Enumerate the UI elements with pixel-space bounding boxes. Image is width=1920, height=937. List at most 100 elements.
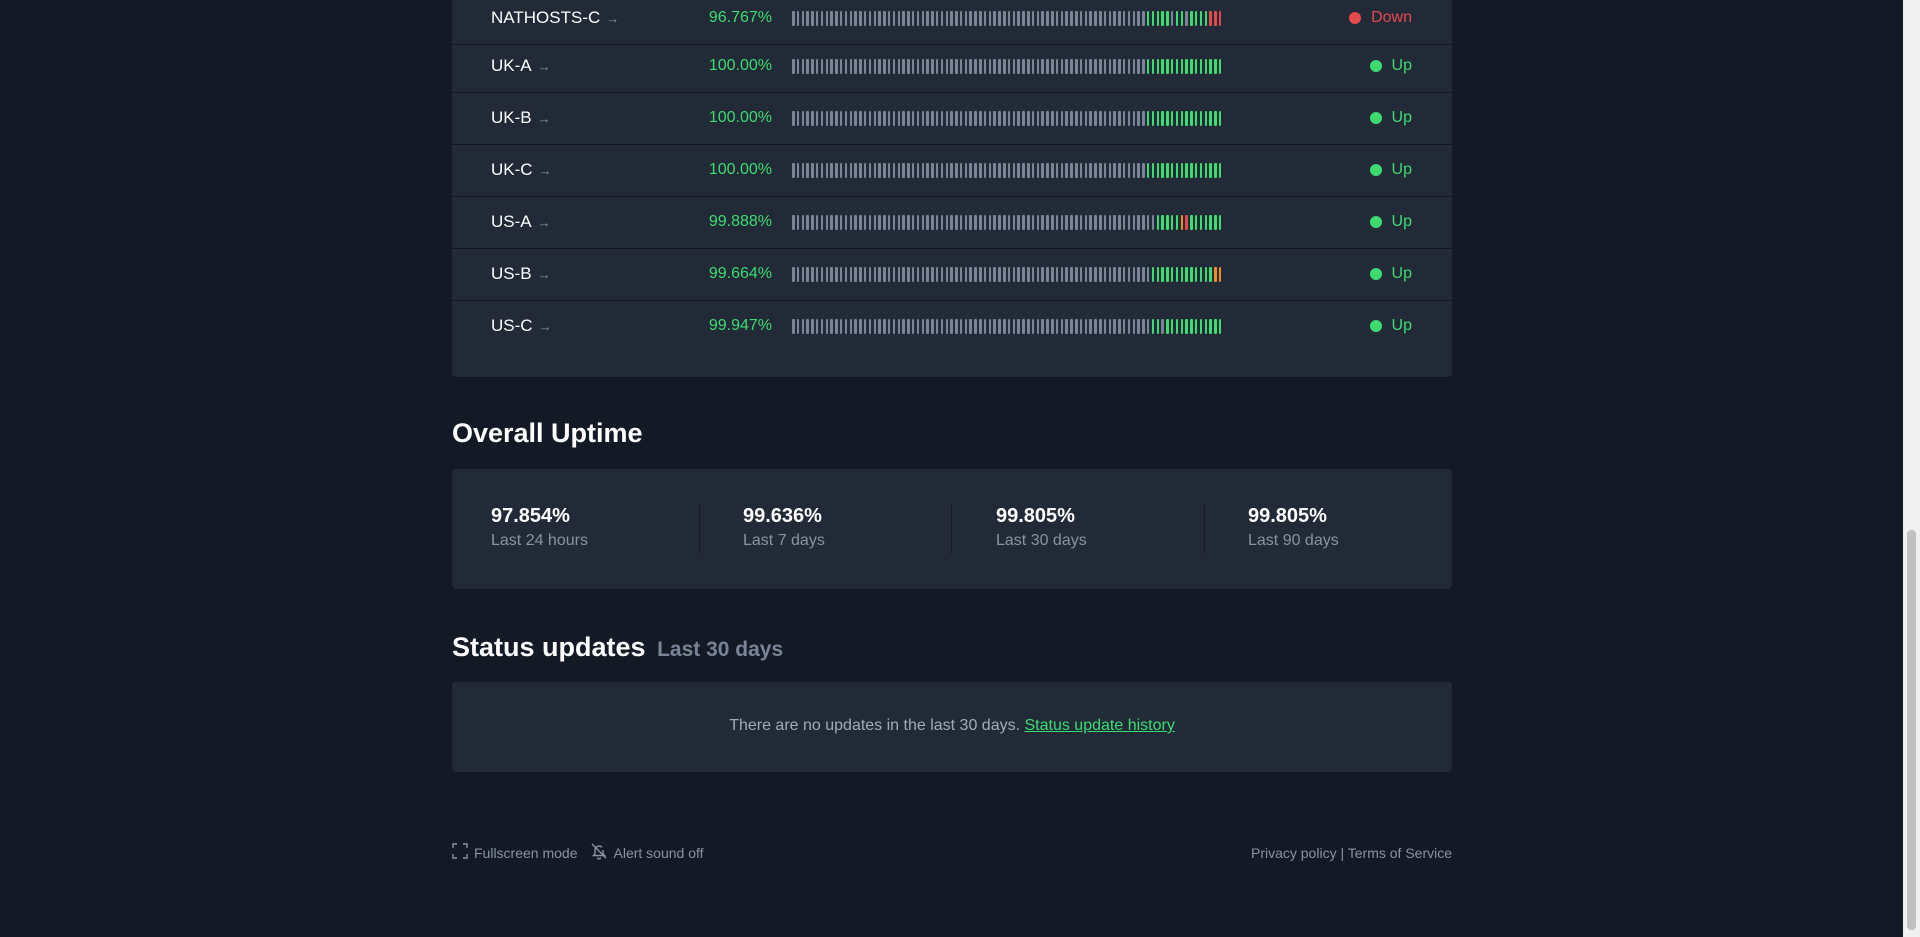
uptime-bar[interactable] — [1151, 110, 1155, 126]
uptime-bar[interactable] — [926, 10, 929, 26]
uptime-bar[interactable] — [1070, 266, 1073, 282]
uptime-bar[interactable] — [1146, 110, 1150, 126]
uptime-bar[interactable] — [887, 162, 891, 178]
uptime-bar[interactable] — [820, 162, 824, 178]
uptime-bar[interactable] — [1089, 214, 1092, 230]
uptime-bar[interactable] — [1017, 58, 1020, 74]
uptime-bar[interactable] — [820, 266, 824, 282]
uptime-bar[interactable] — [844, 214, 848, 230]
uptime-bar[interactable] — [883, 318, 886, 334]
uptime-bar[interactable] — [1118, 58, 1121, 74]
uptime-bar[interactable] — [1132, 162, 1136, 178]
uptime-bar[interactable] — [1031, 58, 1035, 74]
uptime-bar[interactable] — [1051, 10, 1054, 26]
uptime-bar[interactable] — [988, 10, 992, 26]
uptime-bar[interactable] — [1075, 266, 1078, 282]
uptime-bar[interactable] — [1075, 10, 1078, 26]
uptime-bar[interactable] — [1122, 266, 1126, 282]
uptime-bar[interactable] — [1161, 318, 1164, 334]
uptime-bar[interactable] — [1218, 214, 1222, 230]
uptime-bar[interactable] — [1218, 318, 1222, 334]
uptime-bar[interactable] — [1108, 110, 1112, 126]
uptime-bar[interactable] — [1137, 214, 1140, 230]
uptime-bar[interactable] — [1161, 214, 1164, 230]
uptime-bar[interactable] — [792, 214, 795, 230]
uptime-bar[interactable] — [792, 266, 795, 282]
uptime-bar[interactable] — [1075, 214, 1078, 230]
uptime-bar[interactable] — [1137, 110, 1140, 126]
uptime-bar[interactable] — [830, 318, 833, 334]
uptime-bar[interactable] — [1190, 162, 1193, 178]
uptime-bar[interactable] — [1003, 110, 1006, 126]
uptime-bar[interactable] — [1079, 162, 1083, 178]
uptime-bar[interactable] — [940, 266, 944, 282]
uptime-bar[interactable] — [792, 162, 795, 178]
uptime-bar[interactable] — [1161, 162, 1164, 178]
uptime-bar[interactable] — [1156, 318, 1160, 334]
uptime-bar[interactable] — [935, 162, 939, 178]
uptime-bar[interactable] — [1218, 58, 1222, 74]
uptime-bar[interactable] — [1113, 110, 1116, 126]
uptime-bar[interactable] — [868, 10, 872, 26]
uptime-bar[interactable] — [897, 318, 901, 334]
uptime-bar[interactable] — [974, 110, 977, 126]
uptime-bar[interactable] — [1031, 266, 1035, 282]
uptime-bar[interactable] — [1031, 110, 1035, 126]
uptime-bar[interactable] — [844, 266, 848, 282]
uptime-bar[interactable] — [1055, 266, 1059, 282]
uptime-bar[interactable] — [1185, 266, 1188, 282]
fullscreen-button[interactable]: Fullscreen mode — [452, 842, 578, 863]
uptime-bar[interactable] — [1055, 110, 1059, 126]
uptime-bar[interactable] — [873, 58, 877, 74]
uptime-bar[interactable] — [1180, 10, 1184, 26]
uptime-bar[interactable] — [993, 214, 996, 230]
uptime-bar[interactable] — [1146, 214, 1150, 230]
uptime-bar[interactable] — [916, 318, 920, 334]
uptime-bar[interactable] — [1132, 214, 1136, 230]
uptime-bar[interactable] — [955, 58, 958, 74]
uptime-bar[interactable] — [873, 266, 877, 282]
uptime-bar[interactable] — [940, 110, 944, 126]
uptime-bar[interactable] — [887, 266, 891, 282]
uptime-bar[interactable] — [1204, 10, 1208, 26]
uptime-bar[interactable] — [921, 266, 925, 282]
uptime-bar[interactable] — [993, 58, 996, 74]
uptime-bar[interactable] — [815, 214, 819, 230]
uptime-bar[interactable] — [839, 58, 843, 74]
uptime-bar[interactable] — [1108, 214, 1112, 230]
uptime-bar[interactable] — [1190, 58, 1193, 74]
uptime-bar[interactable] — [854, 58, 857, 74]
uptime-bar[interactable] — [1051, 214, 1054, 230]
uptime-bar[interactable] — [1022, 110, 1025, 126]
uptime-bar[interactable] — [839, 214, 843, 230]
uptime-bar[interactable] — [1122, 10, 1126, 26]
uptime-bar[interactable] — [1137, 266, 1140, 282]
uptime-bar[interactable] — [1113, 162, 1116, 178]
uptime-bar[interactable] — [1099, 58, 1102, 74]
uptime-bar[interactable] — [1151, 10, 1155, 26]
uptime-bar[interactable] — [1027, 58, 1030, 74]
uptime-bar[interactable] — [1051, 162, 1054, 178]
uptime-bar[interactable] — [1084, 318, 1088, 334]
uptime-bar[interactable] — [1142, 318, 1145, 334]
uptime-bar[interactable] — [1151, 318, 1155, 334]
uptime-bar[interactable] — [1007, 110, 1011, 126]
uptime-bar[interactable] — [969, 214, 972, 230]
uptime-bar[interactable] — [1127, 110, 1131, 126]
uptime-bar[interactable] — [892, 110, 896, 126]
uptime-bar[interactable] — [911, 162, 915, 178]
uptime-bar[interactable] — [926, 214, 929, 230]
uptime-bar[interactable] — [964, 110, 968, 126]
uptime-bar[interactable] — [892, 266, 896, 282]
uptime-bar[interactable] — [859, 214, 862, 230]
uptime-bar[interactable] — [1036, 318, 1040, 334]
uptime-bar[interactable] — [1113, 10, 1116, 26]
uptime-bar[interactable] — [796, 266, 800, 282]
uptime-bar[interactable] — [1209, 266, 1212, 282]
uptime-bar[interactable] — [796, 10, 800, 26]
uptime-bar[interactable] — [1209, 10, 1212, 26]
uptime-bar[interactable] — [935, 110, 939, 126]
uptime-bar[interactable] — [849, 110, 853, 126]
uptime-bar[interactable] — [1122, 214, 1126, 230]
uptime-bar[interactable] — [974, 214, 977, 230]
